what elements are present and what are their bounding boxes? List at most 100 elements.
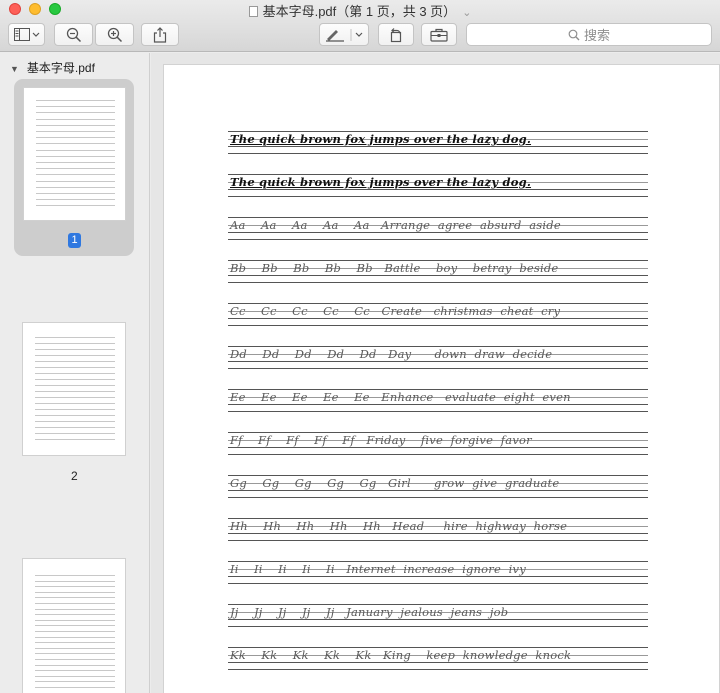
practice-line: Kk Kk Kk Kk Kk King keep knowledge knock bbox=[228, 647, 648, 670]
thumbnail-line bbox=[35, 659, 115, 660]
page-thumbnail-1[interactable] bbox=[23, 87, 126, 221]
search-placeholder: 搜索 bbox=[583, 28, 610, 43]
sidebar-icon bbox=[13, 28, 39, 41]
thumbnail-line bbox=[36, 124, 115, 126]
practice-line: Gg Gg Gg Gg Gg Girl grow give graduate bbox=[228, 475, 648, 498]
toolbox-icon bbox=[430, 28, 448, 42]
rotate-button[interactable] bbox=[378, 23, 414, 46]
thumbnail-line bbox=[35, 614, 115, 616]
page-thumbnail-3[interactable] bbox=[22, 558, 126, 693]
thumbnail-line bbox=[35, 642, 115, 644]
thumbnail-line bbox=[35, 681, 115, 683]
practice-line: Jj Jj Jj Jj Jj January jealous jeans job bbox=[228, 604, 648, 627]
sidebar-file-name: 基本字母.pdf bbox=[26, 61, 95, 75]
sidebar-file-header[interactable]: ▼ 基本字母.pdf bbox=[10, 59, 95, 76]
zoom-out-button[interactable] bbox=[54, 23, 93, 46]
thumbnail-line bbox=[35, 631, 115, 632]
thumbnail-line bbox=[36, 199, 115, 201]
thumbnail-line bbox=[36, 168, 115, 170]
thumbnail-line bbox=[35, 636, 115, 638]
guide-line bbox=[228, 540, 648, 541]
practice-line: Ff Ff Ff Ff Ff Friday five forgive favor bbox=[228, 432, 648, 455]
practice-text: The quick brown fox jumps over the lazy … bbox=[230, 132, 532, 146]
guide-line bbox=[228, 497, 648, 498]
thumbnail-line bbox=[35, 409, 115, 410]
thumbnail-line bbox=[36, 186, 115, 188]
thumbnail-line bbox=[36, 149, 115, 151]
practice-text: Gg Gg Gg Gg Gg Girl grow give graduate bbox=[230, 476, 560, 490]
thumbnail-line bbox=[35, 675, 115, 677]
pdf-document-icon bbox=[248, 6, 258, 17]
thumbnail-line bbox=[35, 591, 115, 593]
thumbnail-line bbox=[36, 112, 115, 114]
share-icon bbox=[153, 26, 167, 43]
practice-line: Bb Bb Bb Bb Bb Battle boy betray beside bbox=[228, 260, 648, 283]
thumbnail-line bbox=[35, 608, 115, 610]
practice-text: Ff Ff Ff Ff Ff Friday five forgive favor bbox=[230, 433, 532, 447]
guide-line bbox=[228, 239, 648, 240]
search-field[interactable]: 搜索 bbox=[466, 23, 712, 46]
thumbnail-line bbox=[35, 603, 115, 604]
pdf-page: The quick brown fox jumps over the lazy … bbox=[163, 64, 720, 693]
markup-button[interactable] bbox=[319, 23, 369, 46]
thumbnail-line bbox=[35, 343, 115, 344]
practice-text: Cc Cc Cc Cc Cc Create christmas cheat cr… bbox=[230, 304, 561, 318]
guide-line bbox=[228, 576, 648, 577]
zoom-out-icon bbox=[66, 27, 81, 42]
guide-line bbox=[228, 662, 648, 663]
thumbnail-line bbox=[35, 439, 115, 440]
thumbnail-line bbox=[36, 162, 115, 163]
share-button[interactable] bbox=[141, 23, 179, 46]
thumbnail-line bbox=[36, 106, 115, 108]
guide-line bbox=[228, 619, 648, 620]
thumbnail-line bbox=[35, 687, 115, 688]
chevron-down-icon[interactable]: ⌄ bbox=[462, 7, 471, 19]
thumbnail-line bbox=[35, 379, 115, 380]
thumbnail-line bbox=[35, 670, 115, 672]
guide-line bbox=[228, 454, 648, 455]
guide-line bbox=[228, 533, 648, 534]
thumbnail-line bbox=[35, 403, 115, 404]
thumbnail-line bbox=[35, 415, 115, 416]
page-label-1: 1 bbox=[68, 233, 81, 248]
thumbnail-line bbox=[36, 193, 115, 194]
guide-line bbox=[228, 325, 648, 326]
thumbnail-line bbox=[36, 143, 115, 145]
practice-text: Dd Dd Dd Dd Dd Day down draw decide bbox=[230, 347, 553, 361]
zoom-in-button[interactable] bbox=[95, 23, 134, 46]
thumbnail-line bbox=[35, 586, 115, 588]
thumbnail-line bbox=[35, 653, 115, 655]
thumbnail-line bbox=[36, 131, 115, 132]
practice-text: Ii Ii Ii Ii Ii Internet increase ignore … bbox=[230, 562, 526, 576]
guide-line bbox=[228, 318, 648, 319]
thumbnail-line bbox=[35, 361, 115, 362]
practice-text: Ee Ee Ee Ee Ee Enhance evaluate eight ev… bbox=[230, 390, 571, 404]
thumbnail-sidebar: ▼ 基本字母.pdf 1 2 bbox=[0, 53, 150, 693]
window-title-text: 基本字母.pdf（第 1 页，共 3 页） bbox=[262, 4, 457, 19]
document-view[interactable]: The quick brown fox jumps over the lazy … bbox=[151, 53, 720, 693]
thumbnail-line bbox=[35, 427, 115, 428]
thumbnail-line bbox=[35, 580, 115, 582]
practice-text: Aa Aa Aa Aa Aa Arrange agree absurd asid… bbox=[230, 218, 561, 232]
practice-line: The quick brown fox jumps over the lazy … bbox=[228, 131, 648, 154]
guide-line bbox=[228, 232, 648, 233]
thumbnail-line bbox=[35, 619, 115, 621]
sidebar-view-button[interactable] bbox=[8, 23, 45, 46]
guide-line bbox=[228, 189, 648, 190]
toolbox-button[interactable] bbox=[421, 23, 457, 46]
practice-line: Hh Hh Hh Hh Hh Head hire highway horse bbox=[228, 518, 648, 541]
thumbnail-line bbox=[35, 367, 115, 368]
guide-line bbox=[228, 404, 648, 405]
guide-line bbox=[228, 146, 648, 147]
page-label-2: 2 bbox=[71, 469, 78, 483]
thumbnail-line bbox=[35, 597, 115, 599]
page-thumbnail-2[interactable] bbox=[22, 322, 126, 456]
thumbnail-line bbox=[35, 391, 115, 392]
thumbnail-line bbox=[36, 180, 115, 182]
guide-line bbox=[228, 626, 648, 627]
disclosure-triangle-icon[interactable]: ▼ bbox=[10, 64, 19, 74]
thumbnail-line bbox=[35, 647, 115, 649]
window-title[interactable]: 基本字母.pdf（第 1 页，共 3 页） ⌄ bbox=[0, 1, 720, 20]
thumbnail-line bbox=[35, 355, 115, 356]
guide-line bbox=[228, 275, 648, 276]
